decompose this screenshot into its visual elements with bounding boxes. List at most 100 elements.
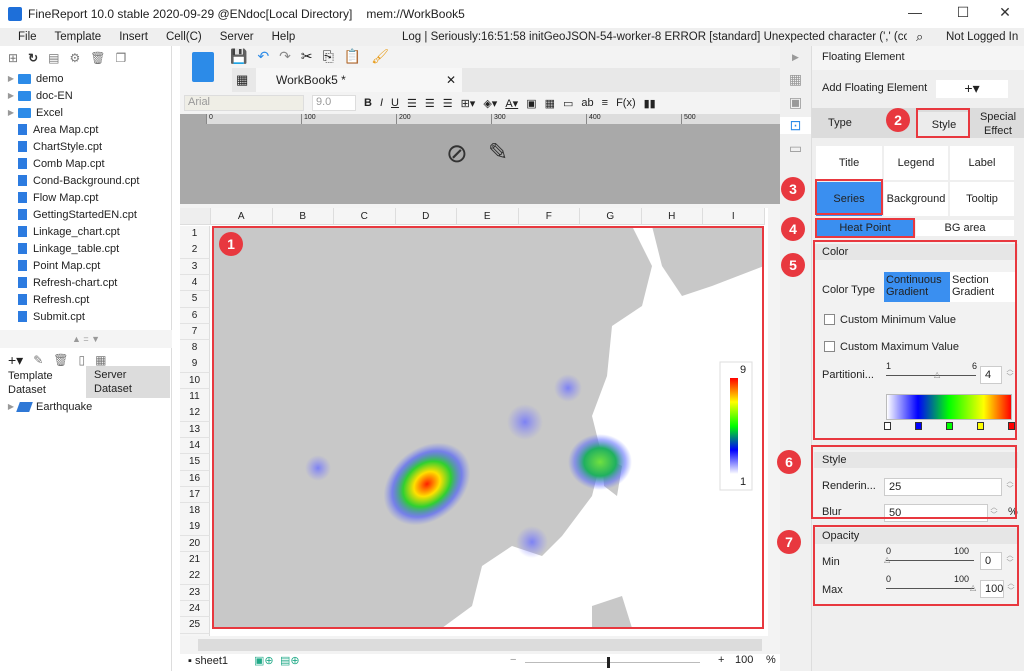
sheet-tab[interactable]: ▪ sheet1 [188,655,228,667]
row-header[interactable]: 16 [180,470,210,487]
paste-icon[interactable]: 📋 [344,48,361,65]
row-header[interactable]: 20 [180,535,210,553]
column-header[interactable]: C [334,208,396,225]
tree-file[interactable]: Linkage_chart.cpt [0,223,171,240]
widget-icon[interactable]: ▣ [780,94,811,111]
font-size-select[interactable]: 9.0 [312,95,356,111]
tree-file[interactable]: Area Map.cpt [0,121,171,138]
paragraph-icon[interactable]: ≡ [602,97,608,109]
series-tab-bg-area[interactable]: BG area [916,220,1014,236]
column-header[interactable]: G [580,208,642,225]
tree-file[interactable]: Flow Map.cpt [0,189,171,206]
row-header[interactable]: 13 [180,421,210,439]
floating-element-icon[interactable]: ⊡ [780,117,811,134]
close-tab-icon[interactable]: ✕ [446,68,456,92]
row-header[interactable]: 5 [180,291,210,308]
row-header[interactable]: 3 [180,258,210,276]
tree-file[interactable]: ChartStyle.cpt [0,138,171,155]
border-icon[interactable]: ⊞▾ [461,97,476,110]
row-header[interactable]: 15 [180,454,210,471]
fill-color-icon[interactable]: ◈▾ [483,97,497,110]
save-icon[interactable]: 💾 [230,48,247,65]
bold-icon[interactable]: B [364,97,372,109]
tree-file[interactable]: Point Map.cpt [0,257,171,274]
tree-file[interactable]: Cond-Background.cpt [0,172,171,189]
row-header[interactable]: 21 [180,552,210,569]
row-header[interactable]: 6 [180,307,210,324]
row-header[interactable]: 19 [180,519,210,536]
hide-icon[interactable]: ⊘ [446,138,468,169]
cut-icon[interactable]: ✂ [301,48,313,65]
column-header[interactable]: A [211,208,273,225]
add-sheet-icon[interactable]: ▣⊕ [254,654,274,667]
row-header[interactable]: 18 [180,503,210,520]
properties-icon[interactable]: ▤ [48,51,59,65]
menu-server[interactable]: Server [220,31,254,43]
login-status[interactable]: Not Logged In [946,31,1018,43]
zoom-in-button[interactable]: + [718,654,724,666]
tree-file[interactable]: GettingStartedEN.cpt [0,206,171,223]
new-folder-icon[interactable]: ⊞ [8,51,18,65]
font-color-icon[interactable]: A▾ [505,97,518,110]
column-header[interactable]: E [457,208,519,225]
edit-icon[interactable]: ✎ [33,353,43,367]
row-header[interactable]: 2 [180,242,210,259]
row-header[interactable]: 17 [180,486,210,504]
row-header[interactable]: 22 [180,568,210,585]
undo-icon[interactable]: ↶ [257,48,269,65]
style-tab-tooltip[interactable]: Tooltip [950,182,1014,216]
new-sheet-icon[interactable]: ▦ [236,72,248,88]
preview-icon[interactable]: ▯ [79,353,86,367]
menu-file[interactable]: File [18,31,37,43]
tree-file[interactable]: Refresh-chart.cpt [0,274,171,291]
row-header[interactable]: 7 [180,323,210,341]
refresh-icon[interactable]: ↻ [28,51,38,65]
zoom-slider[interactable] [525,657,700,668]
formula-icon[interactable]: F(x) [616,97,636,109]
close-button[interactable]: ✕ [990,4,1020,21]
column-header[interactable]: D [395,208,457,225]
row-header[interactable]: 8 [180,340,210,357]
font-select[interactable]: Arial [184,95,304,111]
copy-icon[interactable]: ⎘ [323,48,334,65]
menu-insert[interactable]: Insert [119,31,148,43]
style-tab-legend[interactable]: Legend [884,146,948,180]
menu-cell[interactable]: Cell(C) [166,31,202,43]
select-all-corner[interactable] [180,208,211,225]
edit-pencil-icon[interactable]: ✎ [488,138,508,167]
text-field-icon[interactable]: ▭ [563,97,573,110]
log-message[interactable]: Log | Seriously:16:51:58 initGeoJSON-54-… [402,31,907,43]
row-header[interactable]: 1 [180,226,210,243]
align-right-icon[interactable]: ☰ [443,97,453,110]
style-tab-title[interactable]: Title [816,146,882,180]
menu-help[interactable]: Help [272,31,296,43]
row-header[interactable]: 24 [180,600,210,618]
tab-type[interactable]: Type [828,117,852,129]
collapse-arrow-icon[interactable]: ▶ [780,52,811,63]
row-header[interactable]: 4 [180,274,210,292]
copy-icon[interactable]: ❐ [115,51,126,65]
italic-icon[interactable]: I [380,97,383,109]
row-header[interactable]: 12 [180,405,210,422]
redo-icon[interactable]: ↷ [279,48,291,65]
maximize-button[interactable]: ☐ [948,4,978,21]
settings-icon[interactable]: ⚙ [69,51,80,65]
tree-file[interactable]: Refresh.cpt [0,291,171,308]
align-left-icon[interactable]: ☰ [407,97,417,110]
tab-special-effect[interactable]: Special Effect [978,110,1018,138]
style-tab-label[interactable]: Label [950,146,1014,180]
horizontal-scrollbar[interactable] [180,636,780,654]
unmerge-icon[interactable]: ▦ [545,97,555,110]
tree-folder-demo[interactable]: ▶ demo [0,70,171,87]
underline-icon[interactable]: U [391,97,399,109]
menu-template[interactable]: Template [55,31,102,43]
style-tab-background[interactable]: Background [884,182,948,216]
dataset-params-icon[interactable]: ▦ [95,353,106,367]
add-report-icon[interactable]: ▤⊕ [280,654,300,667]
add-floating-button[interactable]: +▾ [936,80,1008,98]
tree-file[interactable]: Comb Map.cpt [0,155,171,172]
condition-icon[interactable]: ▭ [780,140,811,157]
cell-attr-icon[interactable]: ▦ [780,71,811,88]
search-icon[interactable]: ⌕ [916,29,923,45]
column-header[interactable]: H [641,208,703,225]
